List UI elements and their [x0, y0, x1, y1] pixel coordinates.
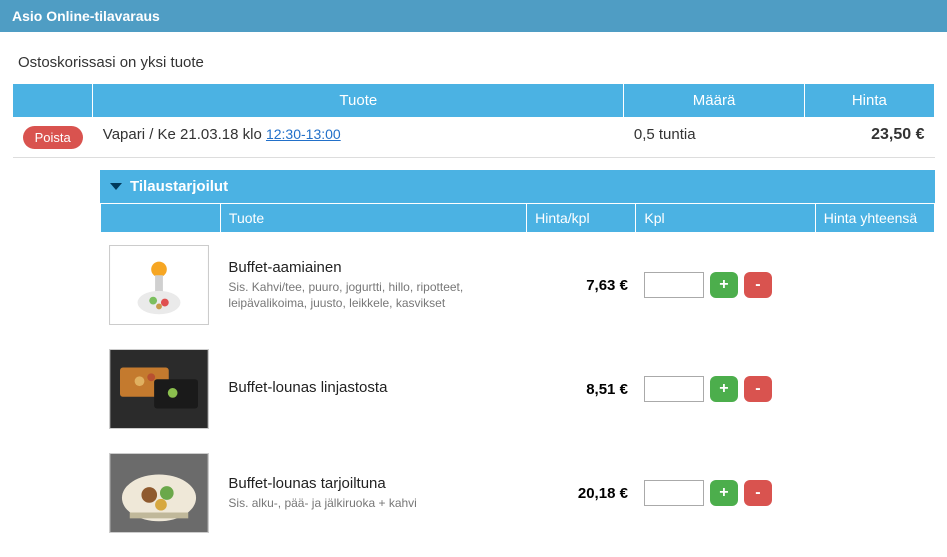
plus-button[interactable]: +	[710, 480, 738, 506]
catering-item-total	[815, 337, 934, 441]
minus-button[interactable]: -	[744, 272, 772, 298]
col-maara: Määrä	[624, 84, 804, 118]
catering-item-name: Buffet-aamiainen	[228, 259, 518, 276]
catering-thumbnail[interactable]	[109, 453, 209, 533]
catering-col-yht: Hinta yhteensä	[815, 204, 934, 233]
catering-item-price: 20,18 €	[527, 441, 636, 545]
catering-item-total	[815, 233, 934, 338]
catering-col-kpl: Kpl	[636, 204, 815, 233]
catering-item-desc: Sis. Kahvi/tee, puuro, jogurtti, hillo, …	[228, 279, 518, 311]
booking-duration: 0,5 tuntia	[624, 118, 804, 158]
booking-row: Poista Vapari / Ke 21.03.18 klo 12:30-13…	[13, 118, 935, 158]
catering-table: Tuote Hinta/kpl Kpl Hinta yhteensä Buffe…	[100, 203, 935, 545]
catering-thumbnail[interactable]	[109, 245, 209, 325]
cart-summary: Ostoskorissasi on yksi tuote	[12, 44, 935, 83]
catering-item-price: 7,63 €	[527, 233, 636, 338]
catering-thumbnail[interactable]	[109, 349, 209, 429]
catering-item-name: Buffet-lounas linjastosta	[228, 379, 518, 396]
col-action	[13, 84, 93, 118]
catering-row: Buffet-aamiainen Sis. Kahvi/tee, puuro, …	[101, 233, 935, 338]
catering-qty-input[interactable]	[644, 480, 704, 506]
catering-qty-input[interactable]	[644, 272, 704, 298]
catering-col-image	[101, 204, 221, 233]
col-hinta: Hinta	[804, 84, 934, 118]
minus-button[interactable]: -	[744, 376, 772, 402]
catering-col-tuote: Tuote	[220, 204, 526, 233]
remove-button[interactable]: Poista	[23, 126, 83, 149]
catering-item-name: Buffet-lounas tarjoiltuna	[228, 475, 518, 492]
booking-price: 23,50 €	[804, 118, 934, 158]
plus-button[interactable]: +	[710, 272, 738, 298]
col-tuote: Tuote	[93, 84, 624, 118]
chevron-down-icon	[110, 183, 122, 190]
catering-col-hintakpl: Hinta/kpl	[527, 204, 636, 233]
catering-header[interactable]: Tilaustarjoilut	[100, 170, 935, 203]
catering-item-desc: Sis. alku-, pää- ja jälkiruoka + kahvi	[228, 495, 518, 511]
catering-qty-input[interactable]	[644, 376, 704, 402]
minus-button[interactable]: -	[744, 480, 772, 506]
catering-section: Tilaustarjoilut Tuote Hinta/kpl Kpl Hint…	[12, 158, 935, 545]
content-area: Ostoskorissasi on yksi tuote Tuote Määrä…	[0, 32, 947, 557]
catering-item-total	[815, 441, 934, 545]
catering-item-price: 8,51 €	[527, 337, 636, 441]
booking-time-link[interactable]: 12:30-13:00	[266, 126, 341, 142]
app-header: Asio Online-tilavaraus	[0, 0, 947, 32]
app-title: Asio Online-tilavaraus	[12, 8, 160, 24]
booking-name: Vapari / Ke 21.03.18 klo	[103, 126, 266, 143]
catering-row: Buffet-lounas linjastosta 8,51 € + -	[101, 337, 935, 441]
cart-table: Tuote Määrä Hinta Poista Vapari / Ke 21.…	[12, 83, 935, 158]
catering-row: Buffet-lounas tarjoiltuna Sis. alku-, pä…	[101, 441, 935, 545]
catering-title: Tilaustarjoilut	[130, 178, 228, 195]
plus-button[interactable]: +	[710, 376, 738, 402]
